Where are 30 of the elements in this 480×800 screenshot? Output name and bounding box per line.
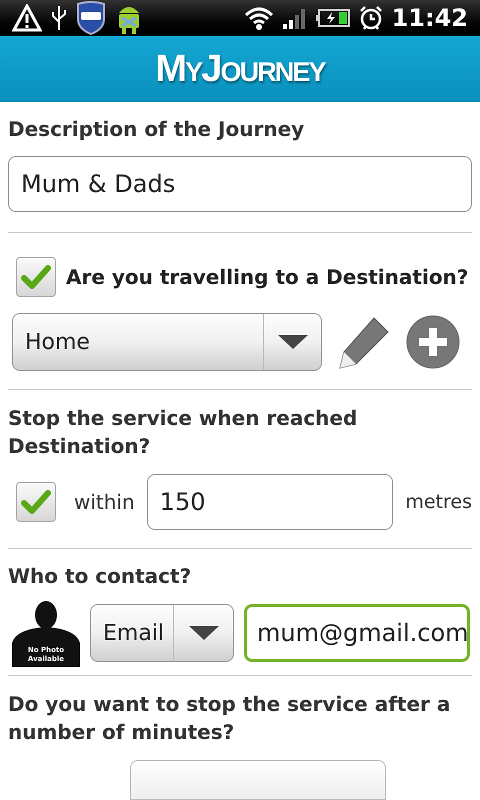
signal-icon [282, 7, 308, 29]
section-label: Description of the Journey [8, 116, 306, 143]
checkmark-icon [21, 264, 51, 290]
unit-label: metres [405, 490, 472, 515]
app-title: MyJourney [155, 46, 325, 92]
status-time: 11:42 [392, 3, 468, 34]
shield-icon [76, 1, 106, 35]
section-label: Do you want to stop the service after a number of minutes? [8, 691, 452, 746]
email-input-field[interactable]: mum@gmail.com [244, 604, 470, 662]
checkbox[interactable] [16, 257, 56, 297]
person-silhouette-icon [12, 599, 80, 667]
usb-icon [50, 4, 68, 32]
dropdown[interactable]: Email [90, 604, 234, 662]
caret-icon [278, 335, 308, 349]
add-icon[interactable] [406, 315, 460, 369]
distance-input-field[interactable]: 150 [146, 474, 394, 530]
section-label: Who to contact? [8, 563, 192, 590]
checkbox[interactable] [16, 482, 56, 522]
description-input-field[interactable]: Mum & Dads [8, 156, 472, 212]
within-label: within [74, 489, 135, 516]
minutes-input-field[interactable] [130, 760, 386, 800]
wifi-icon [244, 6, 274, 30]
section-label: Stop the service when reached Destination? [8, 405, 358, 460]
warning-icon [12, 4, 42, 32]
dropdown[interactable]: Home [12, 313, 322, 371]
checkmark-icon [21, 489, 51, 515]
checkbox-label: Are you travelling to a Destination? [66, 264, 468, 291]
alarm-clock-icon [358, 5, 384, 31]
caret-icon [188, 626, 218, 640]
battery-charging-icon [316, 8, 350, 28]
